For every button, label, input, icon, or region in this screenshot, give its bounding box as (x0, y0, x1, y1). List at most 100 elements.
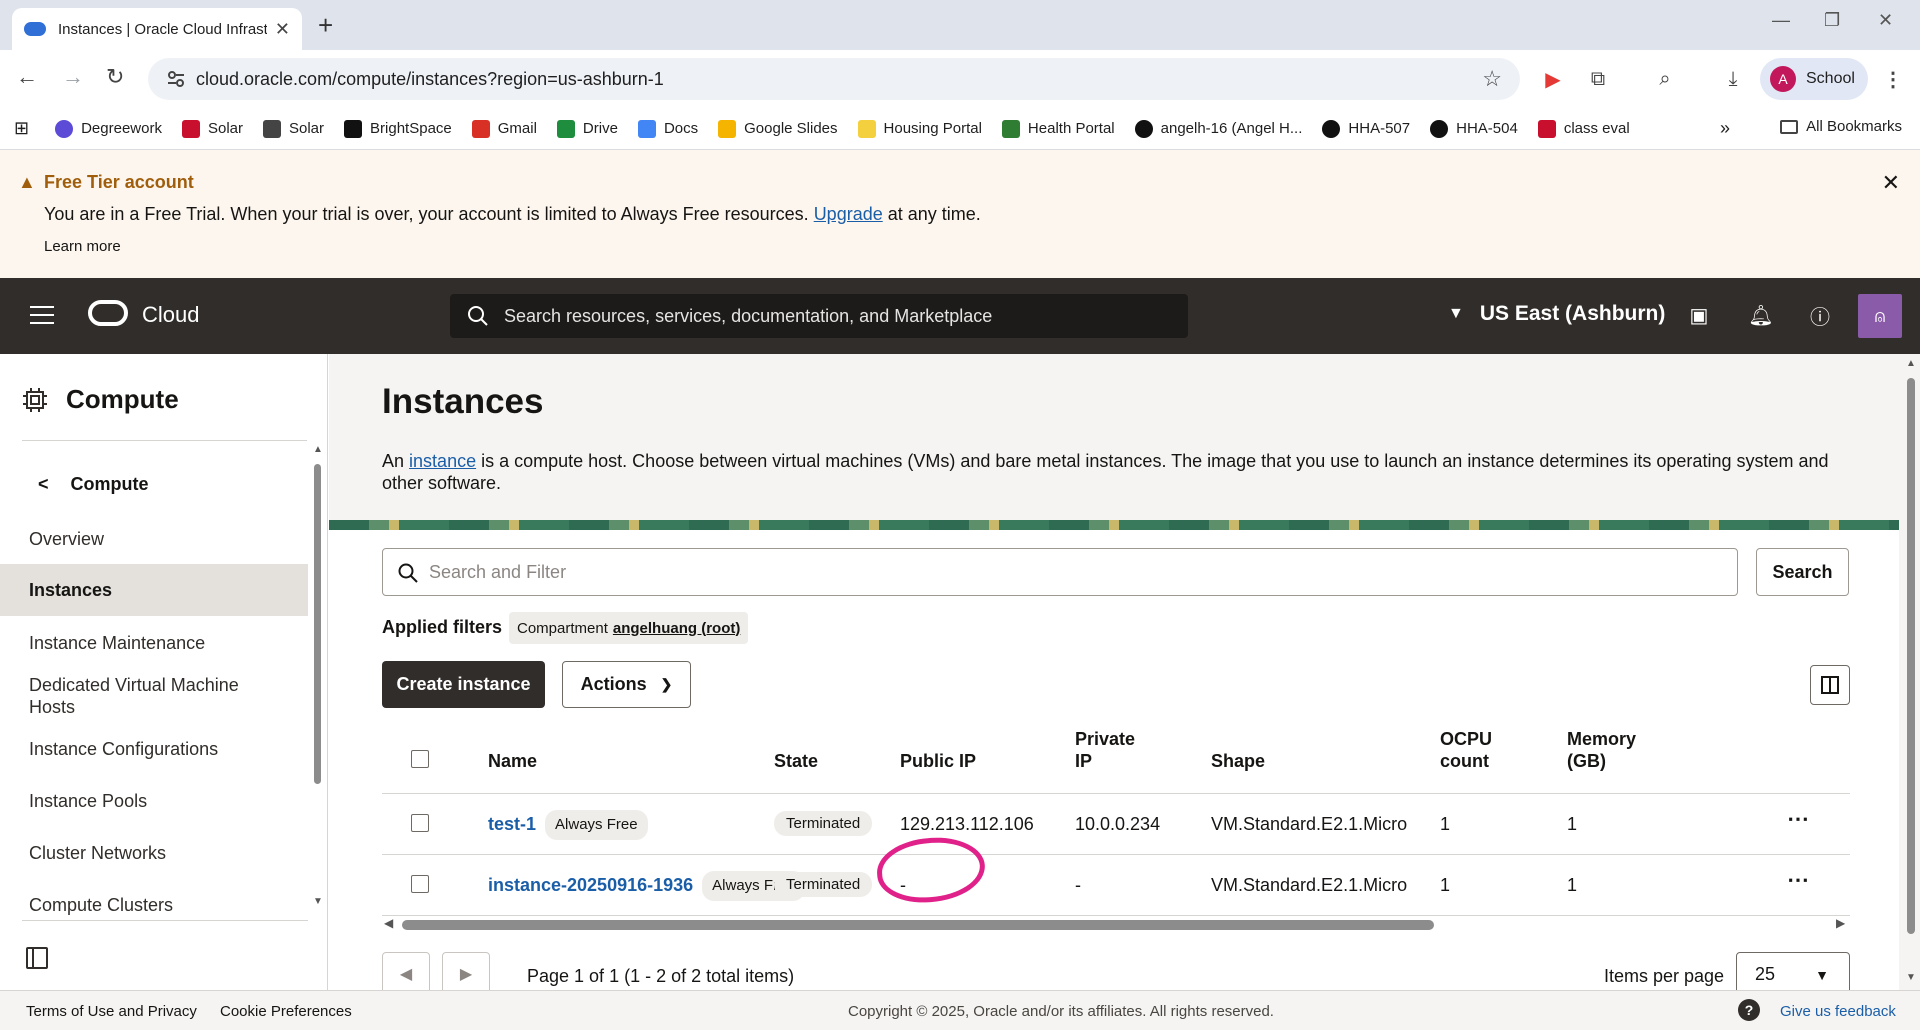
sidebar-item-compute-clusters[interactable]: Compute Clusters (0, 894, 308, 916)
sidebar-item-overview[interactable]: Overview (0, 528, 308, 558)
search-filter-input[interactable]: Search and Filter (382, 548, 1738, 596)
sidebar-item-cluster-networks[interactable]: Cluster Networks (0, 842, 308, 864)
bookmark-item[interactable]: Google Slides (718, 119, 838, 138)
col-header-state[interactable]: State (774, 750, 818, 772)
bookmark-item[interactable]: Solar (181, 119, 243, 138)
col-header-shape[interactable]: Shape (1211, 750, 1265, 772)
forward-icon[interactable]: → (62, 64, 84, 90)
notifications-bell-icon[interactable]: 🔔︎ (1746, 300, 1776, 330)
scroll-down-icon[interactable]: ▼ (313, 896, 323, 907)
instance-name-link[interactable]: test-1 (488, 814, 536, 834)
bookmark-item[interactable]: HHA-504 (1430, 119, 1518, 138)
instance-name-link[interactable]: instance-20250916-1936 (488, 875, 693, 895)
bookmark-item[interactable]: HHA-507 (1322, 119, 1410, 138)
sidebar-item-instance-configurations[interactable]: Instance Configurations (0, 738, 308, 760)
next-page-button[interactable]: ▶ (442, 952, 490, 990)
profile-button[interactable]: A School (1760, 58, 1868, 100)
extensions-icon[interactable]: ⧉ (1585, 66, 1611, 92)
row-actions-icon[interactable]: ⋯ (1787, 808, 1810, 830)
bookmark-item[interactable]: BrightSpace (344, 119, 452, 138)
help-icon[interactable]: ⓘ (1805, 300, 1835, 330)
bookmark-star-icon[interactable]: ☆ (1482, 66, 1502, 92)
row-actions-icon[interactable]: ⋯ (1787, 869, 1810, 891)
back-icon[interactable]: ← (16, 64, 38, 90)
collapse-sidebar-icon[interactable] (26, 947, 48, 969)
drive-icon (556, 119, 575, 138)
screen-search-icon[interactable]: ⌕ (1652, 66, 1678, 92)
minimize-icon[interactable]: — (1772, 10, 1790, 31)
bookmark-item[interactable]: Degreework (55, 119, 162, 138)
row-checkbox[interactable] (411, 875, 429, 893)
col-header-private-ip[interactable]: Private IP (1075, 728, 1135, 772)
global-search-input[interactable]: Search resources, services, documentatio… (450, 294, 1188, 338)
download-icon[interactable]: ⤓ (1720, 66, 1746, 92)
previous-page-button[interactable]: ◀ (382, 952, 430, 990)
learn-more-link[interactable]: Learn more (44, 238, 121, 255)
tab-close-icon[interactable]: ✕ (275, 19, 290, 40)
col-header-memory[interactable]: Memory (GB) (1567, 728, 1636, 772)
brand-label[interactable]: Cloud (142, 302, 199, 328)
sidebar-item-instance-maintenance[interactable]: Instance Maintenance (0, 632, 308, 654)
help-icon[interactable]: ? (1738, 999, 1760, 1021)
bookmark-item[interactable]: Housing Portal (857, 119, 982, 138)
region-selector[interactable]: ▼ US East (Ashburn) (1448, 302, 1665, 326)
actions-dropdown-button[interactable]: Actions ❯ (562, 661, 691, 708)
create-instance-button[interactable]: Create instance (382, 661, 545, 708)
all-bookmarks[interactable]: All Bookmarks (1780, 118, 1902, 135)
site-settings-icon[interactable] (166, 69, 186, 89)
cookie-preferences-link[interactable]: Cookie Preferences (220, 1003, 352, 1020)
oracle-logo-icon[interactable] (88, 300, 128, 326)
sidebar-item-instance-pools[interactable]: Instance Pools (0, 790, 308, 812)
col-header-name[interactable]: Name (488, 750, 537, 772)
apps-icon[interactable]: ⊞ (14, 118, 29, 139)
scroll-right-icon[interactable]: ▶ (1836, 916, 1845, 930)
bookmark-item[interactable]: Drive (556, 119, 618, 138)
bookmark-item[interactable]: angelh-16 (Angel H... (1134, 119, 1302, 138)
chip-value-link[interactable]: angelhuang (root) (613, 620, 741, 637)
sidebar-item-dedicated-vm-hosts[interactable]: Dedicated Virtual Machine Hosts (0, 674, 280, 718)
cloud-shell-icon[interactable]: ▣ (1684, 300, 1714, 330)
terms-link[interactable]: Terms of Use and Privacy (26, 1003, 197, 1020)
row-checkbox[interactable] (411, 814, 429, 832)
items-per-page-select[interactable]: 25 ▼ (1736, 952, 1850, 990)
scroll-up-icon[interactable]: ▲ (1906, 358, 1916, 369)
nav-back-button[interactable]: < Compute (38, 474, 149, 495)
col-header-public-ip[interactable]: Public IP (900, 750, 976, 772)
sidebar-item-instances[interactable]: Instances (0, 564, 308, 616)
sidebar-scroll-thumb[interactable] (314, 464, 321, 784)
table-scroll-thumb[interactable] (402, 920, 1434, 930)
global-search-placeholder: Search resources, services, documentatio… (504, 305, 993, 326)
select-all-checkbox[interactable] (411, 750, 429, 768)
instance-doc-link[interactable]: instance (409, 451, 476, 471)
user-avatar-icon[interactable]: ⍝ (1858, 294, 1902, 338)
new-tab-icon[interactable]: + (318, 10, 333, 41)
scroll-up-icon[interactable]: ▲ (313, 444, 323, 455)
browser-tab[interactable]: Instances | Oracle Cloud Infrastr ✕ (12, 8, 302, 50)
table-horizontal-scrollbar[interactable]: ◀ ▶ (382, 916, 1850, 932)
main-scroll-thumb[interactable] (1907, 378, 1915, 934)
more-bookmarks-icon[interactable]: » (1720, 118, 1730, 139)
compartment-filter-chip[interactable]: Compartment angelhuang (root) (509, 612, 749, 644)
column-settings-button[interactable] (1810, 665, 1850, 705)
banner-close-icon[interactable]: ✕ (1882, 170, 1900, 196)
address-bar[interactable]: cloud.oracle.com/compute/instances?regio… (148, 58, 1520, 100)
reload-icon[interactable]: ↻ (106, 64, 124, 90)
browser-menu-icon[interactable]: ⋮ (1880, 66, 1906, 92)
search-button[interactable]: Search (1756, 548, 1849, 596)
col-header-ocpu[interactable]: OCPU count (1440, 728, 1492, 772)
restore-icon[interactable]: ❐ (1824, 10, 1840, 31)
sidebar-scrollbar[interactable]: ▲ ▼ (312, 444, 323, 910)
upgrade-link[interactable]: Upgrade (814, 204, 883, 224)
bookmark-item[interactable]: Gmail (471, 119, 537, 138)
bookmark-item[interactable]: Docs (637, 119, 698, 138)
bookmark-item[interactable]: Health Portal (1001, 119, 1115, 138)
main-vertical-scrollbar[interactable]: ▲ ▼ (1901, 354, 1920, 990)
scroll-left-icon[interactable]: ◀ (384, 916, 393, 930)
window-close-icon[interactable]: ✕ (1878, 10, 1893, 31)
bookmark-item[interactable]: class eval (1537, 119, 1630, 138)
scroll-down-icon[interactable]: ▼ (1906, 972, 1916, 983)
bookmark-item[interactable]: Solar (263, 119, 324, 138)
hamburger-menu-icon[interactable] (30, 306, 54, 330)
youtube-extension-icon[interactable]: ▶ (1540, 66, 1566, 92)
feedback-link[interactable]: Give us feedback (1780, 1003, 1896, 1020)
